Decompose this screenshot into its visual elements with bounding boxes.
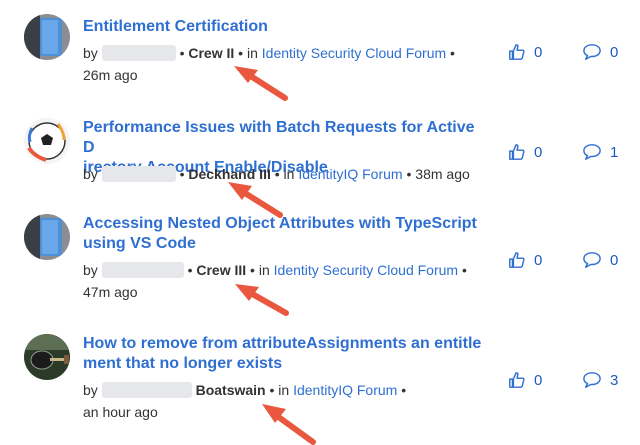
topic-meta: by • Crew III • in Identity Security Clo… <box>83 262 467 300</box>
reply-button[interactable]: 1 <box>582 143 618 161</box>
user-avatar[interactable] <box>24 214 70 260</box>
topic-meta: by Boatswain • in IdentityIQ Forum • an … <box>83 382 407 420</box>
like-button[interactable]: 0 <box>508 43 542 61</box>
topic-title[interactable]: Accessing Nested Object Attributes with … <box>83 214 483 254</box>
reply-button[interactable]: 0 <box>582 43 618 61</box>
like-button[interactable]: 0 <box>508 251 542 269</box>
like-count: 0 <box>534 371 543 389</box>
speech-bubble-icon <box>583 372 601 388</box>
like-count: 0 <box>534 143 543 161</box>
like-button[interactable]: 0 <box>508 143 542 161</box>
like-count: 0 <box>534 251 543 269</box>
like-button[interactable]: 0 <box>508 371 542 389</box>
topic-meta: by • Deckhand III • in IdentityIQ Forum … <box>83 166 470 182</box>
topic-meta: by • Crew II • in Identity Security Clou… <box>83 45 455 83</box>
speech-bubble-icon <box>583 44 601 60</box>
forum-link[interactable]: IdentityIQ Forum <box>293 382 397 398</box>
user-rank: Crew II <box>188 45 235 61</box>
user-rank: Crew III <box>196 262 247 278</box>
reply-count: 0 <box>610 251 619 269</box>
reply-button[interactable]: 0 <box>582 251 618 269</box>
forum-link[interactable]: IdentityIQ Forum <box>298 166 402 182</box>
reply-button[interactable]: 3 <box>582 371 618 389</box>
topic-title[interactable]: Entitlement Certification <box>83 17 483 37</box>
topic-row: Accessing Nested Object Attributes with … <box>0 200 640 310</box>
thumbs-up-icon <box>509 372 525 388</box>
timestamp: an hour ago <box>83 404 158 420</box>
user-rank: Boatswain <box>195 382 266 398</box>
topic-row: Performance Issues with Batch Requests f… <box>0 104 640 204</box>
user-avatar[interactable] <box>24 118 70 164</box>
reply-count: 3 <box>610 371 619 389</box>
speech-bubble-icon <box>583 144 601 160</box>
topic-row: How to remove from attributeAssignments … <box>0 320 640 445</box>
thumbs-up-icon <box>509 252 525 268</box>
forum-link[interactable]: Identity Security Cloud Forum <box>274 262 458 278</box>
redacted-username <box>101 262 184 278</box>
timestamp: 26m ago <box>83 67 138 83</box>
topic-row: Entitlement Certification by • Crew II •… <box>0 0 640 100</box>
timestamp: 38m ago <box>415 166 470 182</box>
user-rank: Deckhand III <box>188 166 271 182</box>
forum-link[interactable]: Identity Security Cloud Forum <box>262 45 446 61</box>
thumbs-up-icon <box>509 144 525 160</box>
redacted-username <box>101 45 176 61</box>
like-count: 0 <box>534 43 543 61</box>
reply-count: 1 <box>610 143 619 161</box>
reply-count: 0 <box>610 43 619 61</box>
thumbs-up-icon <box>509 44 525 60</box>
topic-title[interactable]: How to remove from attributeAssignments … <box>83 334 483 374</box>
redacted-username <box>101 166 176 182</box>
timestamp: 47m ago <box>83 284 138 300</box>
user-avatar[interactable] <box>24 334 70 380</box>
user-avatar[interactable] <box>24 14 70 60</box>
redacted-username <box>101 382 192 398</box>
speech-bubble-icon <box>583 252 601 268</box>
